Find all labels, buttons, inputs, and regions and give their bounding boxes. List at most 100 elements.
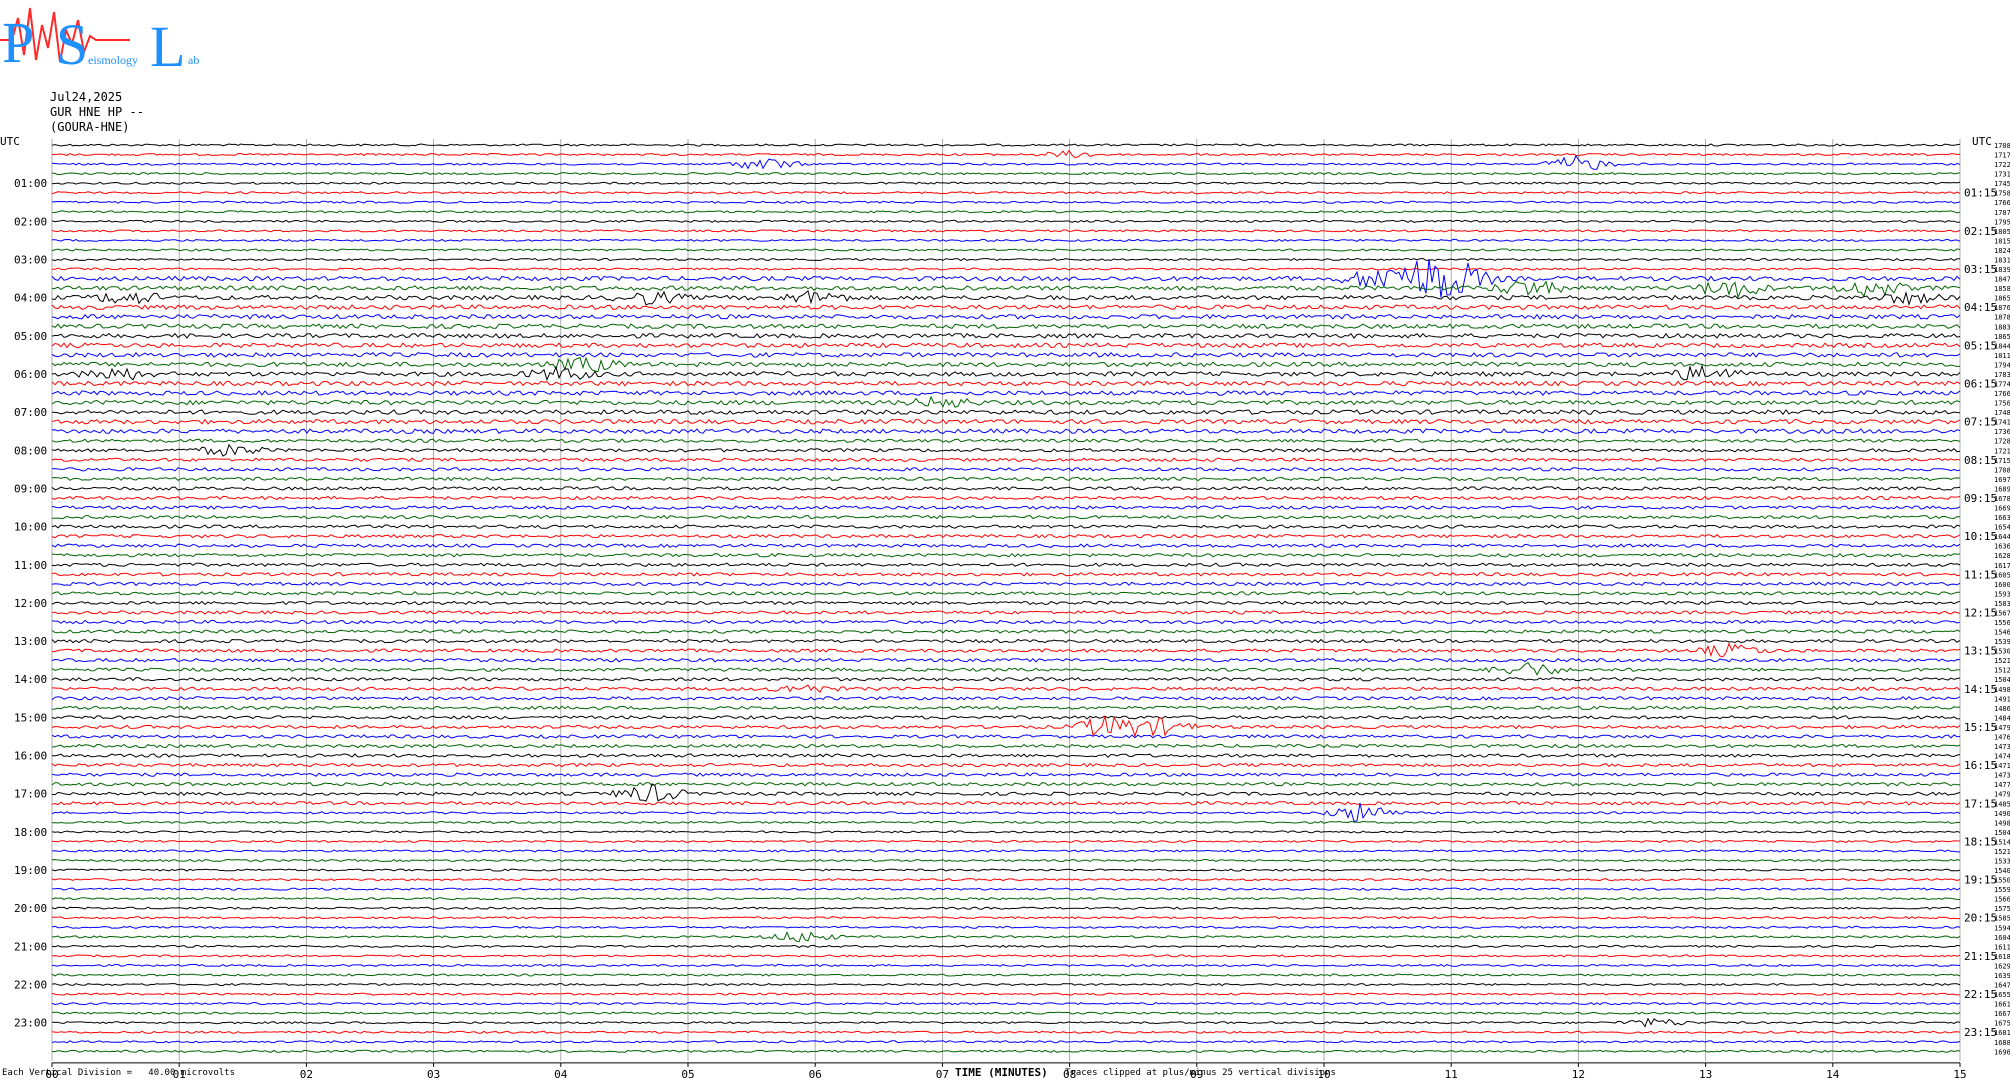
trace-offset-label: 1473 [1994, 743, 2010, 751]
trace-offset-label: 1485 [1994, 800, 2010, 808]
seismic-trace [51, 1002, 1961, 1006]
trace-offset-label: 1865 [1994, 295, 2010, 303]
seismic-trace [51, 172, 1961, 176]
seismic-trace [51, 149, 1961, 159]
seismic-trace [51, 878, 1961, 882]
trace-offset-label: 1491 [1994, 695, 2010, 703]
seismic-trace [51, 486, 1961, 491]
left-hour-label: 02:00 [14, 215, 47, 228]
right-hour-label: 08:15 [1964, 454, 1997, 467]
left-hour-label: 20:00 [14, 902, 47, 915]
trace-offset-label: 1585 [1994, 915, 2010, 923]
seismic-trace [51, 259, 1961, 298]
seismic-trace [51, 351, 1961, 358]
left-hour-label: 17:00 [14, 788, 47, 801]
trace-offset-label: 1628 [1994, 552, 2010, 560]
trace-offset-label: 1661 [1994, 1001, 2010, 1009]
right-hour-label: 09:15 [1964, 492, 1997, 505]
trace-offset-label: 1550 [1994, 877, 2010, 885]
left-axis-label: UTC [0, 135, 20, 148]
seismic-trace [51, 533, 1961, 539]
seismic-trace [51, 696, 1961, 701]
left-hour-label: 18:00 [14, 826, 47, 839]
seismic-trace [51, 820, 1961, 824]
trace-offset-label: 1766 [1994, 199, 2010, 207]
scale-note: Each Vertical Division = 40.00 microvolt… [2, 1068, 235, 1078]
seismic-trace [52, 954, 1961, 958]
seismic-trace [51, 342, 1961, 349]
right-hour-label: 02:15 [1964, 225, 1997, 238]
right-hour-label: 04:15 [1964, 301, 1997, 314]
right-hour-label: 11:15 [1964, 568, 1997, 581]
seismic-trace [51, 610, 1961, 615]
trace-offset-label: 1521 [1994, 848, 2010, 856]
trace-offset-label: 1644 [1994, 533, 2010, 541]
right-hour-label: 22:15 [1964, 988, 1997, 1001]
x-tick-label: 14 [1826, 1068, 1840, 1080]
trace-offset-label: 1748 [1994, 409, 2010, 417]
seismic-trace [51, 963, 1961, 967]
trace-offset-label: 1663 [1994, 514, 2010, 522]
trace-offset-label: 1844 [1994, 342, 2010, 350]
trace-offset-label: 1471 [1994, 762, 2010, 770]
trace-offset-label: 1758 [1994, 190, 2010, 198]
trace-offset-label: 1722 [1994, 161, 2010, 169]
trace-offset-label: 1715 [1994, 457, 2010, 465]
seismic-trace [51, 289, 1961, 307]
trace-offset-label: 1805 [1994, 228, 2010, 236]
trace-offset-label: 1479 [1994, 791, 2010, 799]
trace-offset-label: 1717 [1994, 152, 2010, 160]
left-hour-label: 12:00 [14, 597, 47, 610]
left-hour-label: 13:00 [14, 635, 47, 648]
x-tick-label: 07 [936, 1068, 949, 1080]
seismic-trace [51, 248, 1961, 252]
trace-offset-label: 1756 [1994, 400, 2010, 408]
seismic-trace [51, 629, 1961, 634]
seismic-trace [51, 191, 1961, 195]
trace-offset-label: 1876 [1994, 304, 2010, 312]
seismic-trace [51, 409, 1961, 416]
seismic-trace [51, 858, 1961, 863]
trace-offset-label: 1721 [1994, 447, 2010, 455]
seismic-trace [51, 762, 1961, 768]
trace-offset-label: 1794 [1994, 361, 2010, 369]
right-hour-label: 15:15 [1964, 721, 1997, 734]
trace-offset-label: 1736 [1994, 428, 2010, 436]
seismic-trace [51, 1030, 1961, 1034]
seismic-trace [51, 591, 1961, 596]
right-hour-label: 20:15 [1964, 912, 1997, 925]
seismic-trace [51, 443, 1961, 457]
seismic-trace [51, 552, 1961, 558]
right-hour-label: 06:15 [1964, 378, 1997, 391]
trace-offset-label: 1697 [1994, 476, 2010, 484]
right-hour-label: 01:15 [1964, 187, 1997, 200]
x-tick-label: 06 [809, 1068, 822, 1080]
seismic-trace [51, 638, 1961, 644]
seismic-trace [51, 581, 1961, 587]
trace-offset-label: 1708 [1994, 466, 2010, 474]
x-tick-label: 03 [427, 1068, 440, 1080]
trace-offset-label: 1559 [1994, 886, 2010, 894]
trace-offset-label: 1498 [1994, 686, 2010, 694]
trace-offset-label: 1629 [1994, 962, 2010, 970]
seismic-trace [51, 1017, 1961, 1028]
seismic-trace [51, 457, 1961, 463]
right-hour-label: 10:15 [1964, 530, 1997, 543]
left-time-labels: UTC 01:00 02:00 03:00 04:00 05:00 06:00 07:00 0… [0, 135, 47, 1030]
trace-offset-label: 1567 [1994, 609, 2010, 617]
left-hour-label: 08:00 [14, 444, 47, 457]
trace-offset-label: 1811 [1994, 352, 2010, 360]
trace-offset-label: 1486 [1994, 705, 2010, 713]
seismic-trace [51, 925, 1961, 929]
trace-offset-label: 1474 [1994, 753, 2010, 761]
seismic-trace [51, 619, 1961, 625]
trace-offset-label: 1566 [1994, 896, 2010, 904]
seismic-trace [51, 839, 1961, 843]
seismic-trace [51, 973, 1961, 977]
seismic-trace [51, 887, 1961, 891]
trace-offset-label: 1512 [1994, 667, 2010, 675]
right-hour-label: 13:15 [1964, 645, 1997, 658]
seismic-trace [51, 734, 1961, 739]
x-tick-label: 12 [1572, 1068, 1585, 1080]
helicorder-plot: 00 01 02 03 04 05 06 07 08 09 10 11 12 13 14 15 UTC 01:… [0, 135, 2010, 1080]
